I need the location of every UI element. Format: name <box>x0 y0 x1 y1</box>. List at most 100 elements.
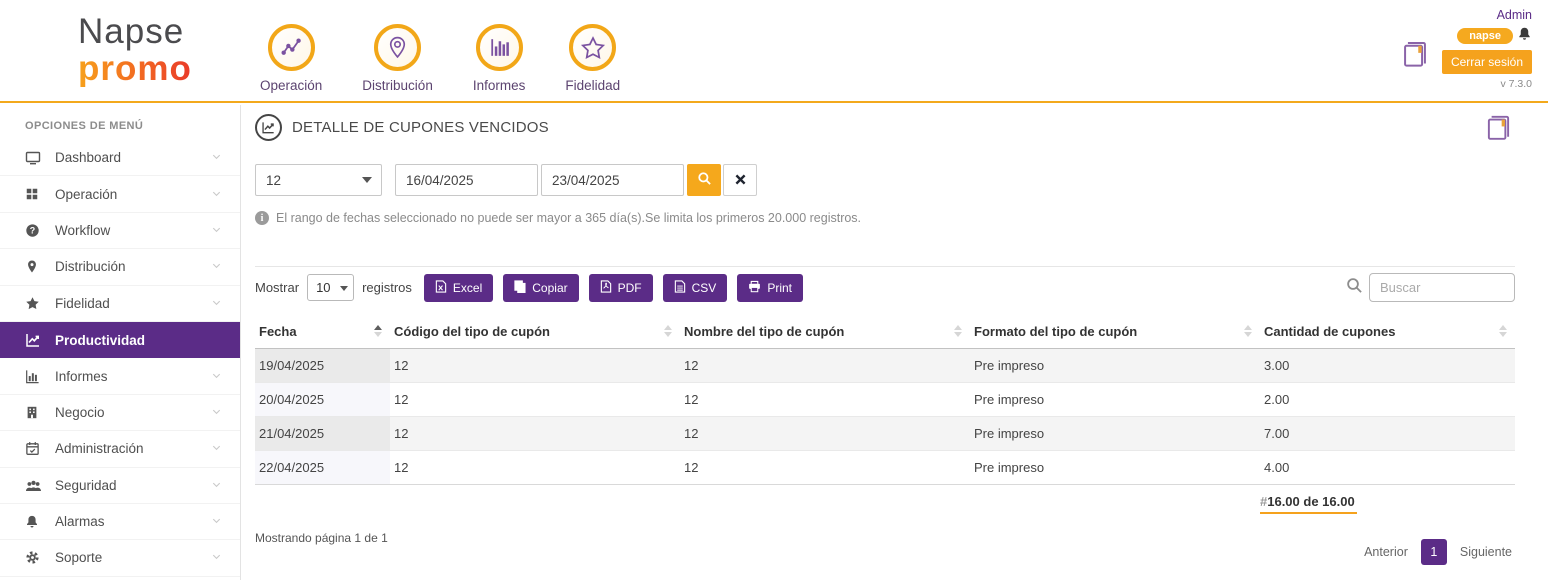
export-pdf-button[interactable]: PDF <box>589 274 653 302</box>
cell-nombre: 12 <box>680 392 970 407</box>
sidebar-item-alarmas[interactable]: Alarmas <box>0 504 240 540</box>
date-from-input[interactable] <box>395 164 538 196</box>
column-header-fecha[interactable]: Fecha <box>255 315 390 348</box>
column-header-formato[interactable]: Formato del tipo de cupón <box>970 315 1260 348</box>
gear-icon <box>25 550 44 565</box>
sidebar-item-label: Alarmas <box>55 514 211 529</box>
chevron-down-icon <box>211 405 222 420</box>
nav-informes[interactable]: Informes <box>473 24 526 93</box>
export-csv-button[interactable]: CSV <box>663 274 728 302</box>
chevron-down-icon <box>211 550 222 565</box>
cell-nombre: 12 <box>680 426 970 441</box>
export-print-button[interactable]: Print <box>737 274 803 302</box>
user-area: Admin napse Cerrar sesión v 7.3.0 <box>1398 8 1532 90</box>
cell-fecha: 22/04/2025 <box>255 451 390 484</box>
info-icon: i <box>255 211 269 225</box>
pagination-page-1[interactable]: 1 <box>1421 539 1447 565</box>
total-amount: #16.00 de 16.00 <box>1260 492 1357 514</box>
table-search-input[interactable] <box>1369 273 1515 302</box>
column-header-label: Formato del tipo de cupón <box>974 324 1137 339</box>
cell-fecha: 20/04/2025 <box>255 383 390 416</box>
sidebar-item-informes[interactable]: Informes <box>0 358 240 394</box>
sidebar-item-seguridad[interactable]: Seguridad <box>0 468 240 504</box>
cell-fecha: 21/04/2025 <box>255 417 390 450</box>
pdf-file-icon <box>600 280 612 296</box>
sidebar-item-label: Productividad <box>55 333 222 348</box>
table-row[interactable]: 22/04/2025 12 12 Pre impreso 4.00 <box>255 451 1515 485</box>
table-row[interactable]: 19/04/2025 12 12 Pre impreso 3.00 <box>255 349 1515 383</box>
cell-formato: Pre impreso <box>970 392 1260 407</box>
app-header: Napse promo Operación Distribución In <box>0 0 1548 103</box>
star-icon <box>25 296 44 311</box>
chevron-down-icon <box>211 369 222 384</box>
sidebar-title: OPCIONES DE MENÚ <box>0 105 240 140</box>
table-controls-row: Mostrar 10 registros Excel Copiar PDF <box>255 273 1515 302</box>
sidebar-item-workflow[interactable]: ? Workflow <box>0 213 240 249</box>
logo-napse-text: Napse <box>78 13 192 50</box>
cell-formato: Pre impreso <box>970 358 1260 373</box>
main-content: DETALLE DE CUPONES VENCIDOS 12 i El rang… <box>255 105 1515 565</box>
sidebar-item-soporte[interactable]: Soporte <box>0 540 240 576</box>
sidebar-item-label: Distribución <box>55 259 211 274</box>
sort-icon <box>1244 325 1252 337</box>
pagination-next[interactable]: Siguiente <box>1460 545 1512 559</box>
chevron-down-icon <box>211 259 222 274</box>
table-row[interactable]: 21/04/2025 12 12 Pre impreso 7.00 <box>255 417 1515 451</box>
date-to-input[interactable] <box>541 164 684 196</box>
column-header-codigo[interactable]: Código del tipo de cupón <box>390 315 680 348</box>
sidebar-menu: OPCIONES DE MENÚ Dashboard Operación ? W… <box>0 105 241 580</box>
export-buttons: Excel Copiar PDF CSV Print <box>424 274 803 302</box>
cell-cantidad: 4.00 <box>1260 460 1515 475</box>
sidebar-item-negocio[interactable]: Negocio <box>0 395 240 431</box>
close-icon <box>735 173 746 188</box>
logout-button[interactable]: Cerrar sesión <box>1442 50 1532 74</box>
show-label: Mostrar <box>255 280 299 295</box>
export-copy-button[interactable]: Copiar <box>503 274 578 302</box>
column-header-label: Nombre del tipo de cupón <box>684 324 844 339</box>
page-title-row: DETALLE DE CUPONES VENCIDOS <box>255 114 1515 141</box>
monitor-icon <box>25 150 44 166</box>
sidebar-item-fidelidad[interactable]: Fidelidad <box>0 286 240 322</box>
cell-codigo: 12 <box>390 392 680 407</box>
sidebar-item-productividad[interactable]: Productividad <box>0 322 240 358</box>
csv-file-icon <box>674 280 686 296</box>
sidebar-item-label: Seguridad <box>55 478 211 493</box>
coupon-type-select[interactable]: 12 <box>256 165 381 195</box>
page-title: DETALLE DE CUPONES VENCIDOS <box>292 119 549 136</box>
building-icon <box>25 405 44 420</box>
sidebar-item-administracion[interactable]: Administración <box>0 431 240 467</box>
export-excel-button[interactable]: Excel <box>424 274 493 302</box>
nav-distribucion[interactable]: Distribución <box>362 24 433 93</box>
sort-icon <box>1499 325 1507 337</box>
sidebar-item-dashboard[interactable]: Dashboard <box>0 140 240 176</box>
nav-operacion[interactable]: Operación <box>260 24 322 93</box>
cell-nombre: 12 <box>680 358 970 373</box>
manual-book-icon[interactable] <box>1398 38 1432 90</box>
top-nav: Operación Distribución Informes Fidelida… <box>260 24 620 93</box>
app-version: v 7.3.0 <box>1500 78 1532 90</box>
filter-clear-button[interactable] <box>723 164 757 196</box>
cell-codigo: 12 <box>390 460 680 475</box>
cell-formato: Pre impreso <box>970 426 1260 441</box>
napse-promo-logo: Napse promo <box>78 13 192 87</box>
filter-search-button[interactable] <box>687 164 721 196</box>
sidebar-item-operacion[interactable]: Operación <box>0 176 240 212</box>
column-header-nombre[interactable]: Nombre del tipo de cupón <box>680 315 970 348</box>
cell-fecha: 19/04/2025 <box>255 349 390 382</box>
nav-fidelidad[interactable]: Fidelidad <box>565 24 620 93</box>
nav-distribucion-label: Distribución <box>362 78 433 93</box>
notifications-bell-icon[interactable] <box>1517 26 1532 46</box>
coupon-type-select-wrap: 12 <box>255 164 382 196</box>
report-trend-icon <box>255 114 282 141</box>
sidebar-item-label: Negocio <box>55 405 211 420</box>
page-size-select[interactable]: 10 <box>308 275 353 300</box>
chevron-down-icon <box>211 223 222 238</box>
table-row[interactable]: 20/04/2025 12 12 Pre impreso 2.00 <box>255 383 1515 417</box>
sidebar-item-label: Operación <box>55 187 211 202</box>
grid-icon <box>25 187 44 201</box>
pagination-previous[interactable]: Anterior <box>1364 545 1408 559</box>
sort-icon <box>374 325 382 337</box>
tenant-badge: napse <box>1457 28 1513 44</box>
sidebar-item-distribucion[interactable]: Distribución <box>0 249 240 285</box>
column-header-cantidad[interactable]: Cantidad de cupones <box>1260 315 1515 348</box>
